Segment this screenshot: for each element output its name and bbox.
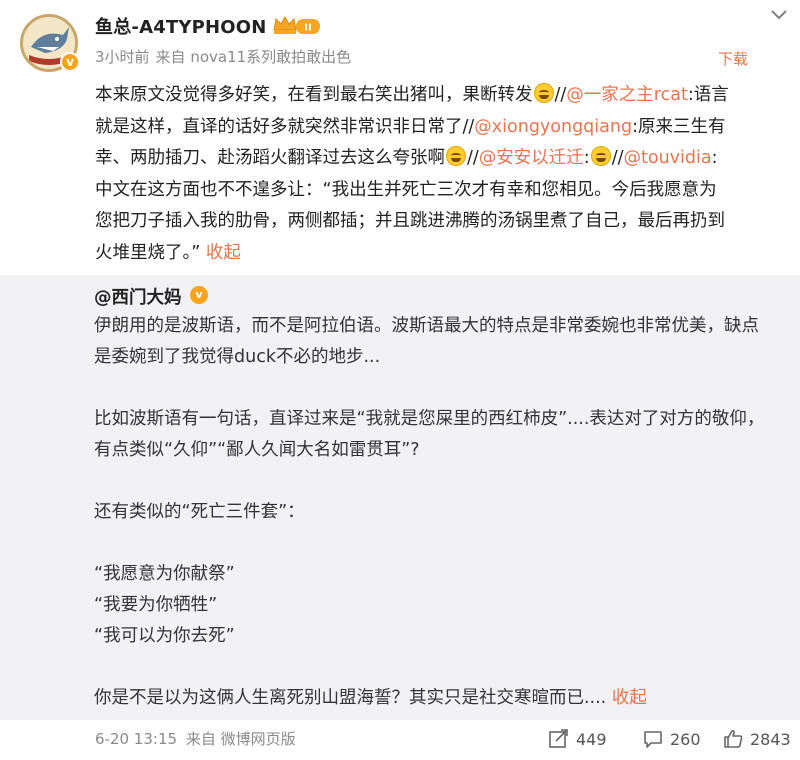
retweet-line: “我可以为你去死” — [94, 626, 235, 646]
verified-badge-icon: v — [60, 52, 80, 72]
mention-link[interactable]: @安安以迁迁 — [479, 148, 584, 168]
retweet-line — [94, 466, 794, 497]
laughing-emoji-icon — [533, 83, 554, 103]
collapse-link[interactable]: 收起 — [206, 243, 241, 263]
retweet-collapse-link[interactable]: 收起 — [612, 688, 647, 708]
retweet-line: 还有类似的“死亡三件套”： — [94, 502, 305, 522]
retweet-line-last: 你是不是以为这俩人生离死别山盟海誓？其实只是社交寒暄而已.... 收起 — [94, 688, 647, 708]
retweet-line: 是委婉到了我觉得duck不必的地步... — [94, 347, 381, 367]
retweet-line: 伊朗用的是波斯语，而不是阿拉伯语。波斯语最大的特点是非常委婉也非常优美，缺点 — [94, 316, 759, 336]
retweet-text: 伊朗用的是波斯语，而不是阿拉伯语。波斯语最大的特点是非常委婉也非常优美，缺点 是… — [94, 311, 794, 714]
post-date[interactable]: 6-20 13:15 — [95, 730, 177, 748]
footer-meta: 6-20 13:15 来自 微博网页版 — [95, 728, 300, 749]
like-icon — [724, 729, 743, 748]
download-link[interactable]: 下载 — [718, 48, 748, 69]
vip-level: II — [304, 23, 311, 34]
post-time[interactable]: 3小时前 — [95, 48, 150, 66]
laughing-emoji-icon — [446, 146, 466, 166]
retweet-author[interactable]: @西门大妈 — [94, 284, 182, 309]
footer-source: 来自 微博网页版 — [185, 730, 296, 748]
repost-icon — [549, 729, 568, 748]
retweet-line: “我愿意为你献祭” — [94, 564, 235, 584]
retweet-line — [94, 652, 794, 683]
post-source: 来自 nova11系列敢拍敢出色 — [155, 48, 352, 66]
retweet-line: 比如波斯语有一句话，直译过来是“我就是您屎里的西红柿皮”....表达对了对方的敬… — [94, 409, 765, 429]
retweet-line: 有点类似“久仰”“鄙人久闻大名如雷贯耳”? — [94, 440, 420, 460]
retweet-line — [94, 528, 794, 559]
post-text: 本来原文没觉得多好笑，在看到最右笑出猪叫，果断转发//@一家之主rcat:语言 … — [95, 83, 729, 263]
mention-link[interactable]: @xiongyongqiang — [474, 117, 632, 137]
grin-emoji-icon — [590, 146, 611, 166]
like-count: 2843 — [750, 729, 791, 749]
repost-count: 449 — [576, 729, 607, 749]
retweet-card[interactable]: @西门大妈 v 伊朗用的是波斯语，而不是阿拉伯语。波斯语最大的特点是非常委婉也非… — [0, 275, 800, 720]
vip-crown-icon: II — [273, 15, 320, 34]
retweet-line: “我要为你牺牲” — [94, 595, 218, 615]
author-name[interactable]: 鱼总-A4TYPHOON — [95, 13, 267, 39]
mention-link[interactable]: @一家之主rcat — [566, 85, 688, 105]
chevron-down-icon[interactable] — [766, 4, 792, 26]
mention-link[interactable]: @touvidia — [624, 148, 712, 168]
repost-button[interactable]: 449 — [548, 726, 607, 752]
comment-count: 260 — [670, 729, 701, 749]
comment-button[interactable]: 260 — [642, 726, 701, 752]
like-button[interactable]: 2843 — [722, 726, 791, 752]
weibo-post: v 鱼总-A4TYPHOON II 3小时前 来自 nova11系列敢拍敢出色 下… — [0, 0, 800, 275]
retweet-verified-badge-icon: v — [190, 286, 208, 304]
post-footer: 6-20 13:15 来自 微博网页版 449 260 2843 — [0, 720, 800, 760]
retweet-line — [94, 373, 794, 404]
post-meta: 3小时前 来自 nova11系列敢拍敢出色 — [95, 46, 357, 67]
comment-icon — [644, 731, 662, 748]
